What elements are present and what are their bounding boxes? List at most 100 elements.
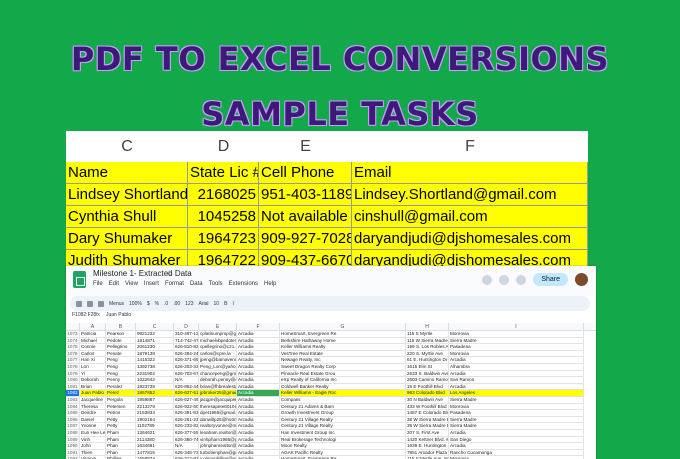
table-cell[interactable]: 951-403-1189	[259, 184, 352, 206]
table-cell[interactable]: Pergola	[106, 397, 136, 404]
table-cell[interactable]: Newage Realty, Inc	[280, 357, 406, 364]
table-cell[interactable]: 1964723	[188, 228, 259, 250]
table-cell[interactable]: Phan	[106, 449, 136, 457]
table-cell[interactable]: Moon Realty	[280, 443, 406, 450]
menu-extensions[interactable]: Extensions	[229, 281, 258, 287]
table-cell[interactable]: Arcadia	[237, 397, 280, 404]
table-cell[interactable]: Sierra Madre	[449, 397, 584, 404]
table-cell[interactable]: 626-627-5138	[174, 390, 199, 397]
table-cell[interactable]: Petersen	[106, 403, 136, 411]
row-number[interactable]: 1079	[66, 370, 80, 378]
table-cell[interactable]: 1959887	[136, 397, 174, 404]
table-cell[interactable]: Not available	[259, 206, 352, 228]
meet-icon[interactable]	[516, 274, 527, 285]
share-button[interactable]: Share	[533, 273, 568, 286]
table-cell[interactable]: 38 W Sierra Madre Blvd Suite A	[406, 423, 449, 430]
table-cell[interactable]: Michael	[80, 337, 106, 345]
row-number[interactable]: 1074	[66, 337, 80, 345]
table-cell[interactable]: Century 21 Village Realty	[280, 416, 406, 424]
row-number[interactable]: 1086	[66, 416, 80, 424]
table-cell[interactable]: Keller Williams Realty	[280, 344, 406, 351]
table-cell[interactable]: Arcadia	[237, 350, 280, 358]
table-cell[interactable]: Jacqueline	[80, 397, 106, 404]
table-cell[interactable]: jpeng@bamavenus.com	[199, 357, 237, 364]
table-cell[interactable]: Perez	[106, 390, 136, 397]
table-cell[interactable]: Monrovia	[449, 403, 584, 411]
table-cell[interactable]: Arcadia	[237, 344, 280, 351]
table-cell[interactable]: AGAK Pacific Realty	[280, 449, 406, 457]
table-cell[interactable]: Petty	[106, 423, 136, 430]
table-cell[interactable]: chancepeng@gmail.com	[199, 370, 237, 378]
table-cell[interactable]: Daniel	[80, 416, 106, 424]
table-cell[interactable]: dpet1965@gmail.com	[199, 410, 237, 417]
table-cell[interactable]: Arcadia	[237, 430, 280, 437]
table-cell[interactable]: Arcadia	[237, 443, 280, 450]
toolbar-currency[interactable]: $	[147, 301, 150, 307]
table-cell[interactable]: jpbroker25@gmail.com	[199, 390, 237, 397]
row-number[interactable]: 1078	[66, 364, 80, 371]
star-icon[interactable]: ☆	[166, 269, 172, 277]
table-cell[interactable]: Coldwell Banker Realty	[280, 383, 406, 391]
table-cell[interactable]: Sierra Madre	[449, 423, 584, 430]
row-number[interactable]: 1082	[66, 390, 80, 397]
table-cell[interactable]: Pedote	[106, 337, 136, 345]
table-cell[interactable]: Pellegrino	[106, 344, 136, 351]
table-cell[interactable]: Pinnacle Real Estate Grou	[280, 370, 406, 378]
table-cell[interactable]: 1814871	[136, 337, 174, 345]
table-cell[interactable]: 626-394-2479	[174, 350, 199, 358]
redo-icon[interactable]	[87, 300, 93, 307]
table-cell[interactable]: Vinh	[80, 436, 106, 444]
column-header[interactable]: G	[280, 323, 406, 331]
table-cell[interactable]: Peng_Lon@yahoo.com	[199, 364, 237, 371]
table-cell[interactable]: Arcadia	[449, 383, 584, 391]
table-cell[interactable]: 433 W Foothill Blvd	[406, 403, 449, 411]
table-cell[interactable]: 2168025	[188, 184, 259, 206]
table-cell[interactable]: Rancho Cucamonga	[449, 449, 584, 457]
table-cell[interactable]: 714-742-4704	[174, 337, 199, 345]
table-cell[interactable]: 1102789	[136, 423, 174, 430]
table-cell[interactable]: jacqpe@jacquipergola.com	[199, 397, 237, 404]
table-cell[interactable]: lenaham.realtor@gmail.com	[199, 430, 237, 437]
table-cell[interactable]: michaelvbpedote@gmail.com	[199, 337, 237, 345]
table-cell[interactable]: Arcadia	[237, 370, 280, 378]
table-cell[interactable]: 626-380-7459	[174, 436, 199, 444]
table-cell[interactable]: John	[80, 443, 106, 450]
table-cell[interactable]: Lon	[80, 364, 106, 371]
table-cell[interactable]: Peng	[106, 364, 136, 371]
table-cell[interactable]: Pham	[106, 430, 136, 437]
table-cell[interactable]: 1420 Kettner Blvd. #100	[406, 436, 449, 444]
table-cell[interactable]: Berkshire Hathaway Home	[280, 337, 406, 345]
table-cell[interactable]: Deirdre	[80, 410, 106, 417]
table-cell[interactable]: Real Brokerage Technologi	[280, 436, 406, 444]
table-cell[interactable]: 30 N Baldwin Ave	[406, 397, 449, 404]
table-cell[interactable]: Juan Pablo	[80, 390, 106, 397]
column-header[interactable]: E	[199, 323, 237, 331]
table-cell[interactable]: N/A	[174, 377, 199, 384]
table-cell[interactable]: Sierra Madre	[449, 416, 584, 424]
table-cell[interactable]: 1415322	[136, 357, 174, 364]
table-cell[interactable]: Carlos	[80, 350, 106, 358]
table-cell[interactable]: Petty	[106, 416, 136, 424]
table-cell[interactable]: carlos@cpre.la	[199, 350, 237, 358]
table-cell[interactable]: Han Xi	[80, 357, 106, 364]
menu-view[interactable]: View	[125, 281, 138, 287]
table-cell[interactable]: 1923735	[136, 383, 174, 391]
column-header[interactable]: J	[584, 323, 596, 331]
table-cell[interactable]: realtoryvonne@msn.com	[199, 423, 237, 430]
table-cell[interactable]: 626-203-3355	[174, 364, 199, 371]
table-cell[interactable]: 1045258	[188, 206, 259, 228]
table-cell[interactable]: 626-348-7304	[174, 449, 199, 457]
table-cell[interactable]: theresapete6010@gmail.com	[199, 403, 237, 411]
table-cell[interactable]: Monrovia	[449, 350, 584, 358]
row-number[interactable]: 1083	[66, 397, 80, 404]
table-cell[interactable]: Alhambra	[449, 364, 584, 371]
table-cell[interactable]: 626-703-6777	[174, 370, 199, 378]
table-cell[interactable]: Pasadena	[449, 410, 584, 417]
table-cell[interactable]: 963 Colorado Blvd	[406, 390, 449, 397]
table-cell[interactable]: Penate	[106, 350, 136, 358]
table-cell[interactable]: 2061230	[136, 344, 174, 351]
table-cell[interactable]: Yi	[80, 370, 106, 378]
table-cell[interactable]: Patricia	[80, 331, 106, 338]
table-cell[interactable]: Lindsey.Shortland@gmail.com	[352, 184, 588, 206]
table-cell[interactable]: VesTree Real Estate	[280, 350, 406, 358]
